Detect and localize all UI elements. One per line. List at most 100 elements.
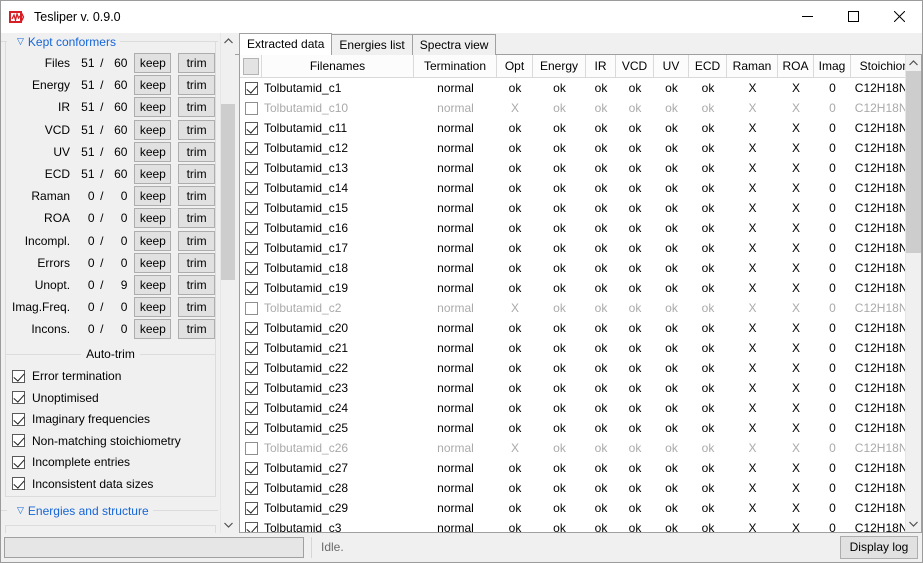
keep-button[interactable]: keep — [134, 141, 172, 162]
table-row[interactable]: Tolbutamid_c25 normal ok ok ok ok ok ok X X 0 C12H1… — [240, 418, 905, 438]
trim-button[interactable]: trim — [178, 252, 215, 273]
trim-button[interactable]: trim — [178, 164, 215, 185]
trim-button[interactable]: trim — [178, 186, 215, 207]
trim-button[interactable]: trim — [178, 119, 215, 140]
checkbox-icon[interactable] — [12, 434, 25, 448]
keep-button[interactable]: keep — [134, 230, 172, 251]
keep-button[interactable]: keep — [134, 186, 172, 207]
column-header-check[interactable] — [240, 55, 262, 77]
row-checkbox[interactable] — [240, 438, 262, 458]
row-checkbox[interactable] — [240, 418, 262, 438]
checkbox-icon[interactable] — [244, 121, 258, 135]
table-row[interactable]: Tolbutamid_c1 normal ok ok ok ok ok ok X X 0 C12H18… — [240, 78, 905, 98]
row-checkbox[interactable] — [240, 338, 262, 358]
column-header-energy[interactable]: Energy — [533, 55, 586, 77]
checkbox-icon[interactable] — [244, 201, 258, 215]
checkbox-icon[interactable] — [244, 221, 258, 235]
table-row[interactable]: Tolbutamid_c21 normal ok ok ok ok ok ok X X 0 C12H1… — [240, 338, 905, 358]
trim-button[interactable]: trim — [178, 97, 215, 118]
checkbox-icon[interactable] — [244, 441, 258, 455]
table-row[interactable]: Tolbutamid_c29 normal ok ok ok ok ok ok X X 0 C12H1… — [240, 498, 905, 518]
table-row[interactable]: Tolbutamid_c3 normal ok ok ok ok ok ok X X 0 C12H18… — [240, 518, 905, 532]
auto-trim-checkbox-row[interactable]: Non-matching stoichiometry — [12, 430, 215, 452]
checkbox-icon[interactable] — [12, 391, 25, 405]
trim-button[interactable]: trim — [178, 297, 215, 318]
row-checkbox[interactable] — [240, 298, 262, 318]
table-row[interactable]: Tolbutamid_c14 normal ok ok ok ok ok ok X X 0 C12H1… — [240, 178, 905, 198]
maximize-button[interactable] — [830, 1, 876, 32]
row-checkbox[interactable] — [240, 78, 262, 98]
row-checkbox[interactable] — [240, 118, 262, 138]
checkbox-icon[interactable] — [244, 461, 258, 475]
checkbox-icon[interactable] — [244, 361, 258, 375]
row-checkbox[interactable] — [240, 278, 262, 298]
column-header-stoich[interactable]: Stoichiometry — [851, 55, 905, 77]
row-checkbox[interactable] — [240, 498, 262, 518]
column-header-uv[interactable]: UV — [654, 55, 689, 77]
checkbox-icon[interactable] — [244, 261, 258, 275]
table-row[interactable]: Tolbutamid_c12 normal ok ok ok ok ok ok X X 0 C12H1… — [240, 138, 905, 158]
auto-trim-checkbox-row[interactable]: Unoptimised — [12, 387, 215, 409]
checkbox-icon[interactable] — [244, 401, 258, 415]
row-checkbox[interactable] — [240, 318, 262, 338]
trim-button[interactable]: trim — [178, 141, 215, 162]
checkbox-icon[interactable] — [12, 412, 25, 426]
checkbox-icon[interactable] — [12, 455, 25, 469]
table-row[interactable]: Tolbutamid_c24 normal ok ok ok ok ok ok X X 0 C12H1… — [240, 398, 905, 418]
auto-trim-checkbox-row[interactable]: Imaginary frequencies — [12, 408, 215, 430]
checkbox-icon[interactable] — [244, 301, 258, 315]
table-scrollbar[interactable] — [905, 55, 921, 532]
checkbox-icon[interactable] — [244, 181, 258, 195]
table-row[interactable]: Tolbutamid_c19 normal ok ok ok ok ok ok X X 0 C12H1… — [240, 278, 905, 298]
table-row[interactable]: Tolbutamid_c20 normal ok ok ok ok ok ok X X 0 C12H1… — [240, 318, 905, 338]
table-row[interactable]: Tolbutamid_c23 normal ok ok ok ok ok ok X X 0 C12H1… — [240, 378, 905, 398]
table-row[interactable]: Tolbutamid_c11 normal ok ok ok ok ok ok X X 0 C12H1… — [240, 118, 905, 138]
sidebar-scrollbar[interactable] — [220, 33, 235, 533]
keep-button[interactable]: keep — [134, 297, 172, 318]
checkbox-icon[interactable] — [12, 369, 25, 383]
table-body[interactable]: Tolbutamid_c1 normal ok ok ok ok ok ok X X 0 C12H18… — [240, 78, 905, 532]
table-scroll-track[interactable] — [906, 71, 921, 516]
checkbox-icon[interactable] — [244, 161, 258, 175]
keep-button[interactable]: keep — [134, 97, 172, 118]
row-checkbox[interactable] — [240, 158, 262, 178]
keep-button[interactable]: keep — [134, 53, 172, 74]
table-row[interactable]: Tolbutamid_c28 normal ok ok ok ok ok ok X X 0 C12H1… — [240, 478, 905, 498]
checkbox-icon[interactable] — [244, 81, 258, 95]
trim-button[interactable]: trim — [178, 274, 215, 295]
select-all-grip-icon[interactable] — [242, 57, 259, 75]
keep-button[interactable]: keep — [134, 274, 172, 295]
row-checkbox[interactable] — [240, 238, 262, 258]
row-checkbox[interactable] — [240, 258, 262, 278]
row-checkbox[interactable] — [240, 138, 262, 158]
tab-spectra-view[interactable]: Spectra view — [411, 34, 497, 55]
table-row[interactable]: Tolbutamid_c16 normal ok ok ok ok ok ok X X 0 C12H1… — [240, 218, 905, 238]
checkbox-icon[interactable] — [244, 421, 258, 435]
row-checkbox[interactable] — [240, 218, 262, 238]
checkbox-icon[interactable] — [244, 321, 258, 335]
auto-trim-checkbox-row[interactable]: Inconsistent data sizes — [12, 473, 215, 495]
keep-button[interactable]: keep — [134, 208, 172, 229]
row-checkbox[interactable] — [240, 478, 262, 498]
column-header-term[interactable]: Termination — [414, 55, 497, 77]
row-checkbox[interactable] — [240, 518, 262, 532]
table-row[interactable]: Tolbutamid_c2 normal Xok ok ok ok ok X X 0 C12H18N… — [240, 298, 905, 318]
sidebar-scroll-thumb[interactable] — [221, 104, 235, 280]
trim-button[interactable]: trim — [178, 208, 215, 229]
trim-button[interactable]: trim — [178, 53, 215, 74]
column-header-raman[interactable]: Raman — [727, 55, 778, 77]
checkbox-icon[interactable] — [244, 281, 258, 295]
energies-and-structure-header[interactable]: ▽ Energies and structure — [1, 502, 220, 519]
row-checkbox[interactable] — [240, 458, 262, 478]
row-checkbox[interactable] — [240, 178, 262, 198]
column-header-imag[interactable]: Imag — [814, 55, 851, 77]
auto-trim-checkbox-row[interactable]: Error termination — [12, 365, 215, 387]
table-row[interactable]: Tolbutamid_c13 normal ok ok ok ok ok ok X X 0 C12H1… — [240, 158, 905, 178]
checkbox-icon[interactable] — [244, 101, 258, 115]
trim-button[interactable]: trim — [178, 319, 215, 340]
sidebar-scroll-track[interactable] — [221, 49, 235, 517]
column-header-ir[interactable]: IR — [586, 55, 616, 77]
checkbox-icon[interactable] — [244, 241, 258, 255]
tab-energies-list[interactable]: Energies list — [331, 34, 413, 55]
checkbox-icon[interactable] — [244, 521, 258, 532]
